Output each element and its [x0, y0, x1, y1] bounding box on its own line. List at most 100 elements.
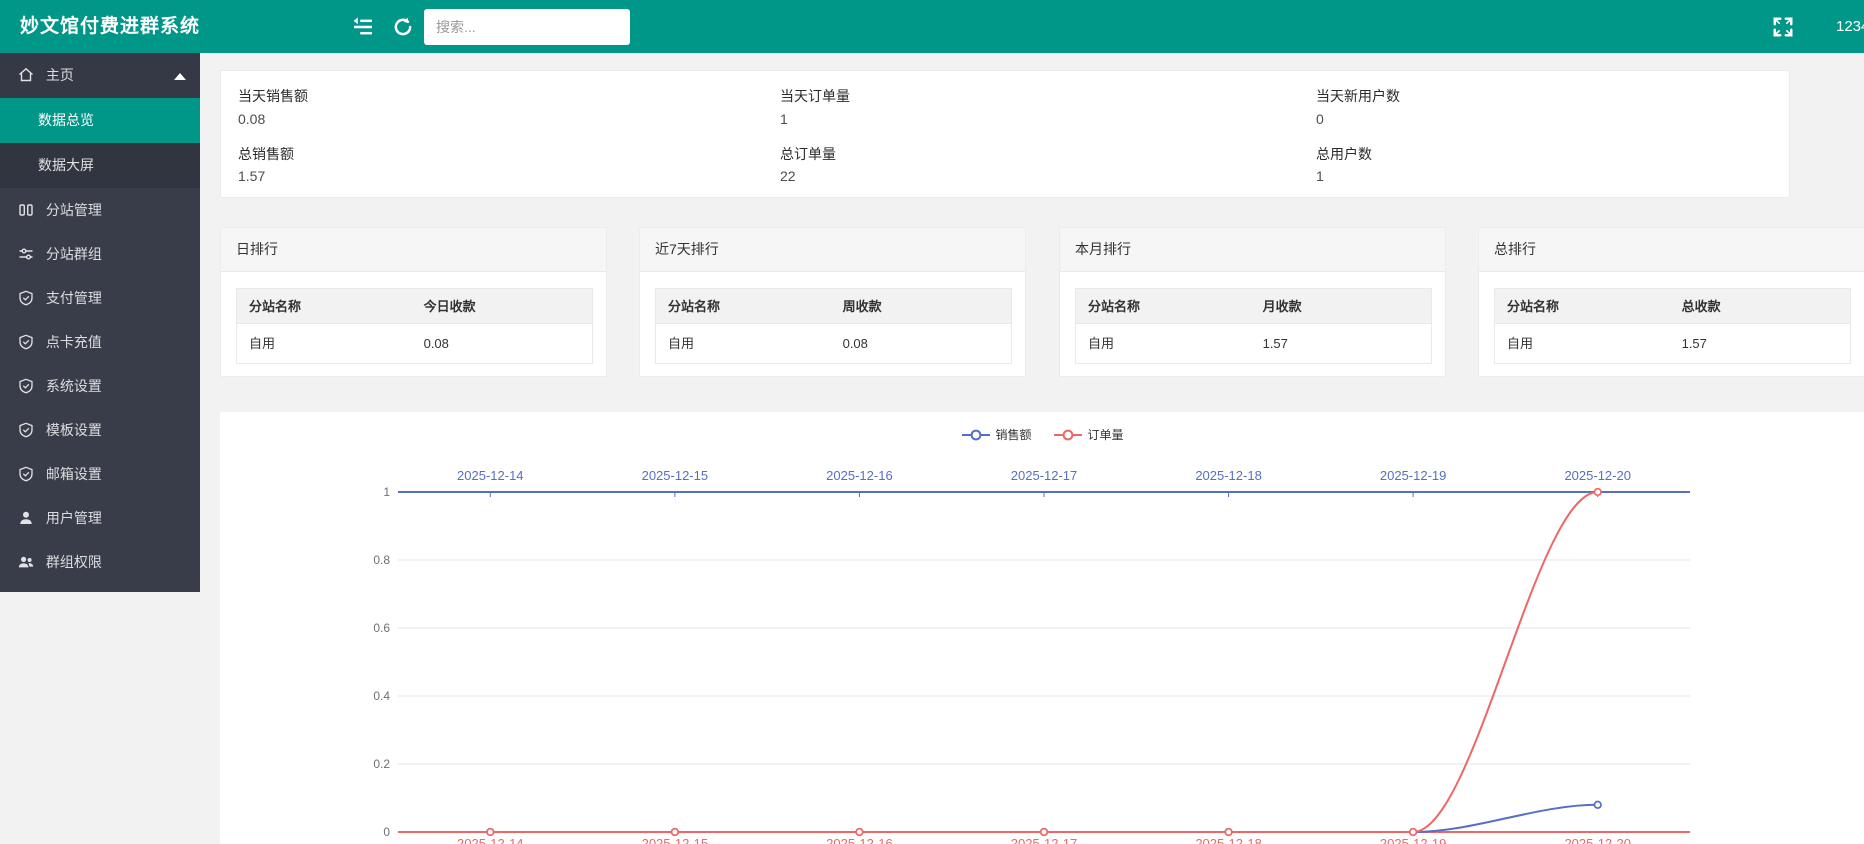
x-axis-label-bottom: 2025-12-18: [1169, 836, 1289, 844]
ranking-card-title: 总排行: [1479, 228, 1864, 272]
ranking-card-title: 近7天排行: [640, 228, 1025, 272]
y-axis-tick-label: 0.2: [346, 757, 390, 771]
home-icon: [18, 67, 34, 83]
col-header-site-name: 分站名称: [1076, 289, 1261, 323]
top-header: 妙文馆付费进群系统 12345: [0, 0, 1864, 53]
stat-col-users: 当天新用户数 0 总用户数 1: [1316, 71, 1776, 199]
x-axis-label-top: 2025-12-20: [1538, 468, 1658, 483]
col-header-site-name: 分站名称: [1495, 289, 1680, 323]
stat-value: 1: [1316, 168, 1324, 184]
stat-label: 当天新用户数: [1316, 86, 1400, 106]
sidebar-item-system-settings[interactable]: 系统设置: [0, 364, 200, 408]
y-axis-tick-label: 0.6: [346, 621, 390, 635]
stat-label: 当天订单量: [780, 86, 850, 106]
col-header-amount: 月收款: [1261, 289, 1431, 323]
ranking-table: 分站名称 周收款 自用 0.08: [655, 288, 1012, 364]
y-axis-tick-label: 1: [346, 485, 390, 499]
sidebar-item-card-recharge[interactable]: 点卡充值: [0, 320, 200, 364]
group-icon: [18, 554, 34, 570]
sidebar-subitem-data-screen[interactable]: 数据大屏: [0, 143, 200, 188]
app-title: 妙文馆付费进群系统: [20, 0, 200, 53]
sliders-icon: [18, 246, 34, 262]
x-axis-label-bottom: 2025-12-20: [1538, 836, 1658, 844]
admin-dashboard: { "header": { "title": "妙文馆付费进群系统", "sea…: [0, 0, 1864, 844]
stat-value: 1.57: [238, 168, 265, 184]
username-menu[interactable]: 12345: [1836, 0, 1864, 53]
y-axis-tick-label: 0: [346, 825, 390, 839]
legend-item-orders[interactable]: 订单量: [1054, 426, 1124, 443]
legend-line-circle-icon: [961, 429, 989, 441]
sidebar-item-group-permissions[interactable]: 群组权限: [0, 540, 200, 584]
sidebar-item-email-settings[interactable]: 邮箱设置: [0, 452, 200, 496]
stat-label: 总订单量: [780, 144, 836, 164]
x-axis-label-bottom: 2025-12-16: [799, 836, 919, 844]
sales-orders-chart-card: 销售额 订单量 0 0.2 0.4 0.6 0.8 1 2025-12-14 2025-12-…: [220, 412, 1864, 844]
shield-check-icon: [18, 466, 34, 482]
stat-value: 0: [1316, 111, 1324, 127]
ranking-card-title: 本月排行: [1060, 228, 1445, 272]
x-axis-label-bottom: 2025-12-17: [984, 836, 1104, 844]
sidebar-nav: 主页 数据总览 数据大屏 分站管理 分站群组 支付管理: [0, 53, 200, 592]
shield-check-icon: [18, 290, 34, 306]
stat-col-orders: 当天订单量 1 总订单量 22: [780, 71, 1300, 199]
x-axis-label-top: 2025-12-18: [1169, 468, 1289, 483]
ranking-card-daily: 日排行 分站名称 今日收款 自用 0.08: [220, 227, 607, 377]
x-axis-label-top: 2025-12-15: [615, 468, 735, 483]
ranking-card-7days: 近7天排行 分站名称 周收款 自用 0.08: [639, 227, 1026, 377]
legend-item-sales[interactable]: 销售额: [961, 426, 1031, 443]
refresh-icon[interactable]: [392, 16, 414, 38]
ranking-card-month: 本月排行 分站名称 月收款 自用 1.57: [1059, 227, 1446, 377]
chevron-up-icon: [174, 73, 186, 80]
stat-value: 0.08: [238, 111, 265, 127]
x-axis-label-top: 2025-12-14: [430, 468, 550, 483]
sidebar-item-substation-manage[interactable]: 分站管理: [0, 188, 200, 232]
stat-value: 1: [780, 111, 788, 127]
ranking-table: 分站名称 总收款 自用 1.57: [1494, 288, 1851, 364]
legend-label: 订单量: [1088, 426, 1124, 443]
stat-label: 总销售额: [238, 144, 294, 164]
x-axis-label-top: 2025-12-17: [984, 468, 1104, 483]
table-row: 自用 1.57: [1076, 324, 1431, 363]
stat-value: 22: [780, 168, 796, 184]
sidebar-item-home[interactable]: 主页: [0, 53, 200, 98]
col-header-amount: 今日收款: [422, 289, 592, 323]
ranking-table: 分站名称 月收款 自用 1.57: [1075, 288, 1432, 364]
x-axis-label-bottom: 2025-12-14: [430, 836, 550, 844]
shield-check-icon: [18, 334, 34, 350]
col-header-amount: 总收款: [1680, 289, 1850, 323]
col-header-site-name: 分站名称: [656, 289, 841, 323]
sidebar-item-label: 主页: [46, 67, 74, 83]
legend-label: 销售额: [995, 426, 1031, 443]
shield-check-icon: [18, 378, 34, 394]
stats-summary-card: 当天销售额 0.08 总销售额 1.57 当天订单量 1 总订单量 22 当天新…: [220, 70, 1790, 198]
x-axis-label-bottom: 2025-12-19: [1353, 836, 1473, 844]
columns-icon: [18, 202, 34, 218]
stat-label: 总用户数: [1316, 144, 1372, 164]
shield-check-icon: [18, 422, 34, 438]
y-axis-tick-label: 0.8: [346, 553, 390, 567]
y-axis-tick-label: 0.4: [346, 689, 390, 703]
collapse-menu-icon[interactable]: [352, 16, 374, 38]
x-axis-label-bottom: 2025-12-15: [615, 836, 735, 844]
search-input[interactable]: [424, 9, 630, 45]
table-row: 自用 0.08: [656, 324, 1011, 363]
chart-legend: 销售额 订单量: [961, 426, 1123, 443]
sidebar-subitem-data-overview[interactable]: 数据总览: [0, 98, 200, 143]
sidebar-item-user-manage[interactable]: 用户管理: [0, 496, 200, 540]
legend-line-circle-icon: [1054, 429, 1082, 441]
col-header-site-name: 分站名称: [237, 289, 422, 323]
x-axis-label-top: 2025-12-16: [799, 468, 919, 483]
stat-label: 当天销售额: [238, 86, 308, 106]
table-row: 自用 0.08: [237, 324, 592, 363]
sidebar-item-payment-manage[interactable]: 支付管理: [0, 276, 200, 320]
stat-col-sales: 当天销售额 0.08 总销售额 1.57: [238, 71, 758, 199]
ranking-card-title: 日排行: [221, 228, 606, 272]
table-row: 自用 1.57: [1495, 324, 1850, 363]
sidebar-item-substation-groups[interactable]: 分站群组: [0, 232, 200, 276]
col-header-amount: 周收款: [841, 289, 1011, 323]
fullscreen-icon[interactable]: [1772, 16, 1794, 38]
sidebar-item-template-settings[interactable]: 模板设置: [0, 408, 200, 452]
x-axis-label-top: 2025-12-19: [1353, 468, 1473, 483]
ranking-card-total: 总排行 分站名称 总收款 自用 1.57: [1478, 227, 1864, 377]
ranking-table: 分站名称 今日收款 自用 0.08: [236, 288, 593, 364]
